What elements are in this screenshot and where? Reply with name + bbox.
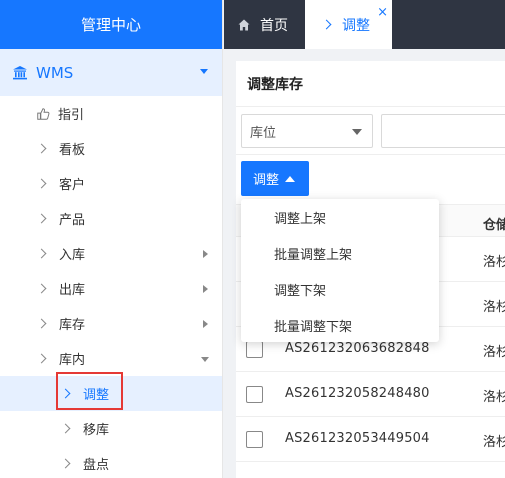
sidebar-item-label: 看板 (59, 143, 86, 158)
adjust-dropdown-menu: 调整上架 批量调整上架 调整下架 批量调整下架 (241, 199, 439, 342)
sidebar-item-dashboard[interactable]: 看板 (0, 131, 222, 166)
menu-item-adjust-unshelve[interactable]: 调整下架 (241, 271, 439, 307)
chevron-right-icon (321, 19, 332, 30)
row-code: AS261232053449504 (285, 431, 430, 446)
tab-adjust[interactable]: 调整 × (305, 0, 392, 49)
row-warehouse: 洛杉 (483, 345, 505, 360)
sidebar-root-label: WMS (36, 63, 74, 82)
tab-label: 首页 (260, 17, 288, 34)
chevron-right-icon (36, 353, 47, 364)
sidebar: 管理中心 WMS 指引 看板 客户 产品 入库 出库 库存 库内 调整 移库 盘… (0, 0, 223, 478)
sidebar-item-label: 库存 (59, 318, 86, 333)
adjust-button-label: 调整 (253, 173, 280, 188)
tab-bar: 首页 调整 × (224, 0, 505, 49)
sidebar-header: 管理中心 (0, 0, 222, 49)
sidebar-title: 管理中心 (80, 16, 141, 34)
adjust-dropdown-button[interactable]: 调整 (241, 161, 309, 196)
column-header-warehouse: 仓储 (483, 218, 505, 233)
caret-right-icon (203, 285, 208, 293)
chevron-right-icon (60, 423, 71, 434)
caret-down-icon (201, 357, 209, 362)
row-checkbox[interactable] (246, 431, 263, 448)
sidebar-item-label: 库内 (59, 353, 86, 368)
thumbs-up-icon (37, 107, 50, 120)
chevron-right-icon (36, 143, 47, 154)
table-row[interactable]: AS261232053449504 洛杉 (236, 417, 505, 462)
sidebar-item-inbound[interactable]: 入库 (0, 236, 222, 271)
sidebar-item-outbound[interactable]: 出库 (0, 271, 222, 306)
row-warehouse: 洛杉 (483, 435, 505, 450)
sidebar-item-label: 指引 (58, 108, 85, 123)
row-code: AS261232063682848 (285, 341, 430, 356)
sidebar-subitem-label: 调整 (83, 388, 110, 403)
sidebar-subitem-adjust[interactable]: 调整 (0, 376, 222, 411)
chevron-right-icon (36, 213, 47, 224)
sidebar-subitem-stocktake[interactable]: 盘点 (0, 446, 222, 478)
chevron-right-icon (36, 248, 47, 259)
location-select[interactable]: 库位 (241, 114, 373, 148)
tab-home[interactable]: 首页 (224, 0, 305, 49)
row-checkbox[interactable] (246, 341, 263, 358)
chevron-right-icon (60, 388, 71, 399)
table-row[interactable]: AS261232058248480 洛杉 (236, 372, 505, 417)
sidebar-item-customer[interactable]: 客户 (0, 166, 222, 201)
sidebar-item-inventory[interactable]: 库存 (0, 306, 222, 341)
sidebar-subitem-label: 盘点 (83, 458, 110, 473)
caret-up-icon (285, 175, 296, 182)
row-warehouse: 洛杉 (483, 300, 505, 315)
bank-icon (13, 65, 27, 79)
sidebar-item-product[interactable]: 产品 (0, 201, 222, 236)
sidebar-item-label: 出库 (59, 283, 86, 298)
page-title: 调整库存 (236, 61, 505, 107)
sidebar-item-label: 客户 (59, 178, 86, 193)
sidebar-root-wms[interactable]: WMS (0, 49, 222, 96)
caret-right-icon (203, 250, 208, 258)
home-icon (238, 19, 250, 30)
sidebar-subitem-transfer[interactable]: 移库 (0, 411, 222, 446)
chevron-right-icon (36, 283, 47, 294)
row-warehouse: 洛杉 (483, 390, 505, 405)
sidebar-item-in-warehouse[interactable]: 库内 (0, 341, 222, 376)
chevron-right-icon (36, 318, 47, 329)
tab-label: 调整 (342, 17, 370, 34)
row-warehouse: 洛杉 (483, 255, 505, 270)
caret-right-icon (203, 320, 208, 328)
filter-input[interactable] (381, 114, 505, 148)
menu-item-batch-adjust-shelve[interactable]: 批量调整上架 (241, 235, 439, 271)
row-checkbox[interactable] (246, 386, 263, 403)
sidebar-item-guide[interactable]: 指引 (0, 96, 222, 131)
caret-down-icon (200, 69, 208, 74)
caret-down-icon (352, 129, 362, 135)
row-code: AS261232058248480 (285, 386, 430, 401)
sidebar-item-label: 入库 (59, 248, 86, 263)
chevron-right-icon (36, 178, 47, 189)
menu-item-batch-adjust-unshelve[interactable]: 批量调整下架 (241, 307, 439, 343)
chevron-right-icon (60, 458, 71, 469)
sidebar-item-label: 产品 (59, 213, 86, 228)
menu-item-adjust-shelve[interactable]: 调整上架 (241, 199, 439, 235)
location-select-value: 库位 (250, 125, 277, 141)
close-icon[interactable]: × (377, 6, 388, 19)
divider (236, 154, 505, 155)
sidebar-subitem-label: 移库 (83, 423, 110, 438)
